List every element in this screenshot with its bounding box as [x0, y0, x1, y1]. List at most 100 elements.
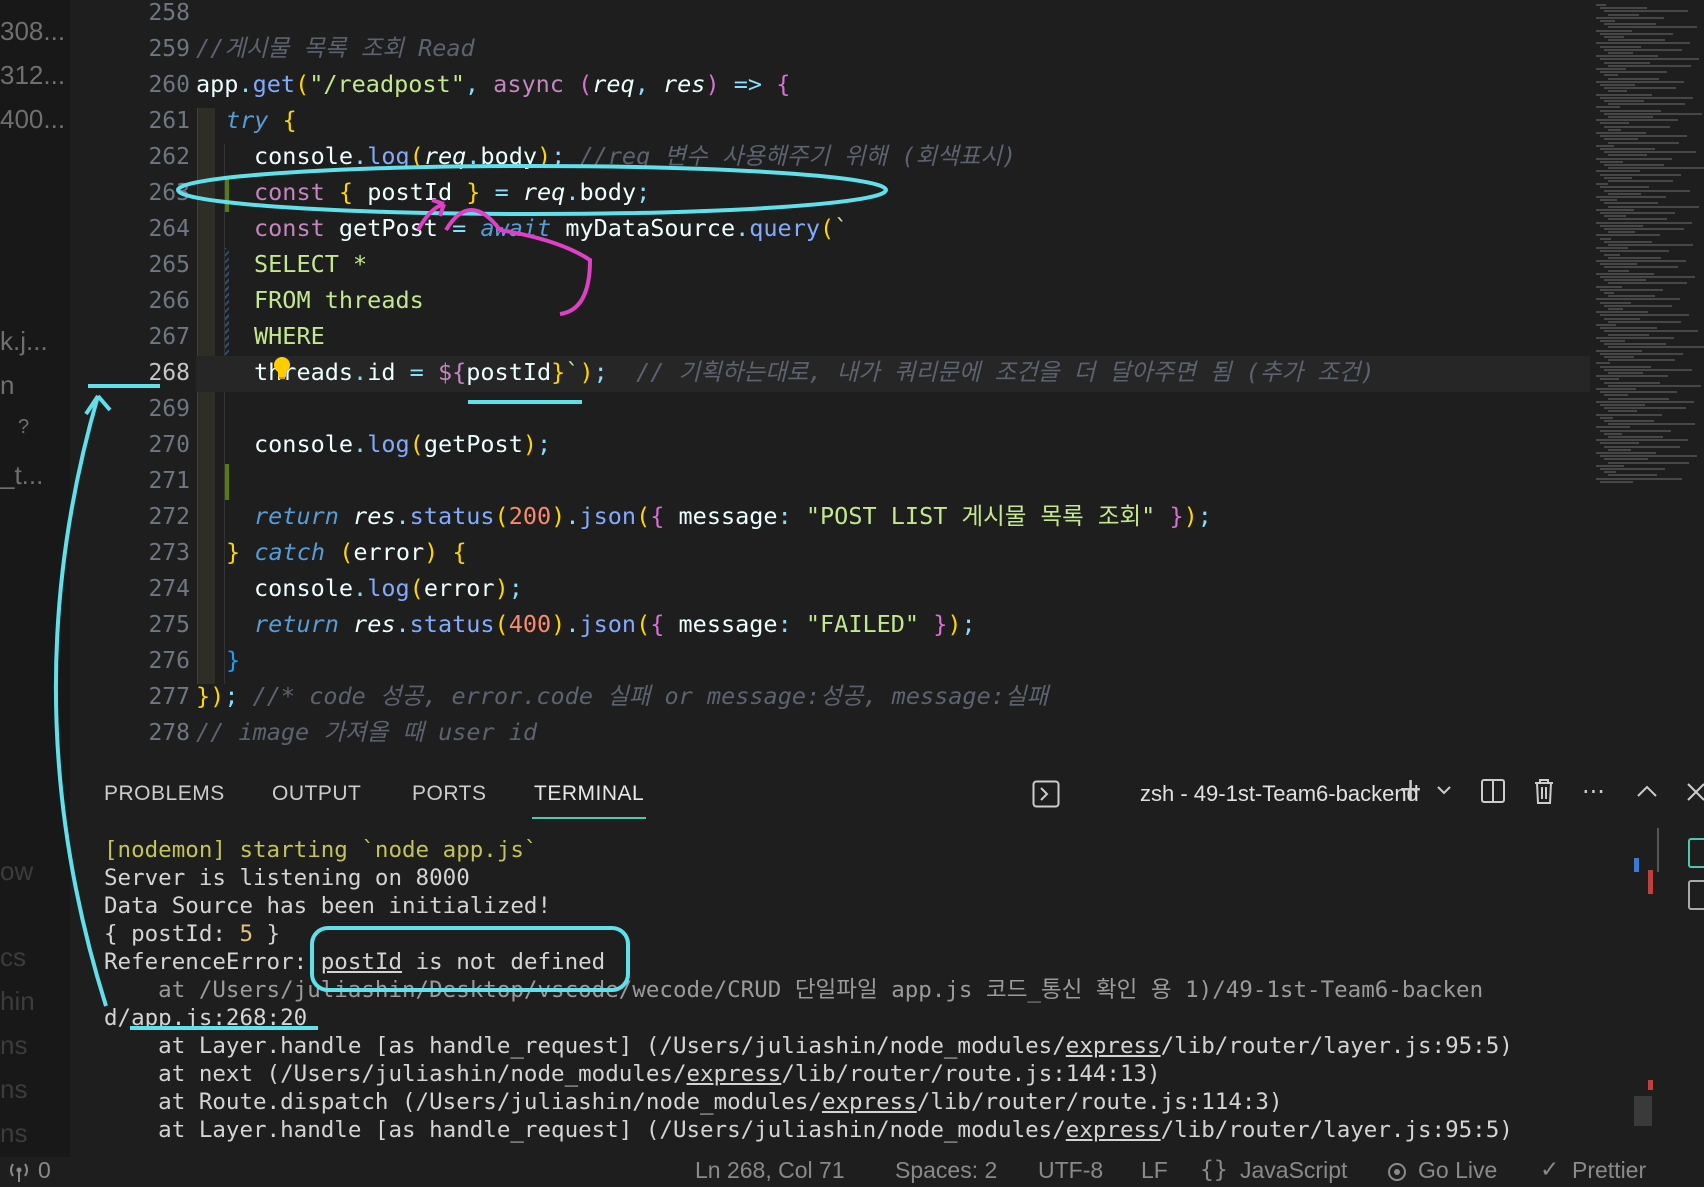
explorer-item[interactable]: k.j...	[0, 326, 48, 357]
terminal-output[interactable]: [nodemon] starting `node app.js` Server …	[104, 836, 1684, 1156]
minimap-row	[1596, 132, 1646, 134]
code-line-259[interactable]: //게시물 목록 조회 Read	[196, 30, 475, 66]
minimap-row	[1600, 84, 1635, 86]
explorer-item[interactable]: ns	[0, 1030, 27, 1061]
code-line-265[interactable]: SELECT *	[254, 246, 367, 282]
explorer-item[interactable]: ?	[18, 416, 29, 439]
broadcast-icon[interactable]	[8, 1161, 30, 1183]
code-line-270[interactable]: console.log(getPost);	[254, 426, 551, 462]
code-line-268[interactable]: threads.id = ${postId}`); // 기획하는대로, 내가 …	[254, 354, 1375, 390]
line-number: 274	[148, 576, 190, 602]
tab-terminal[interactable]: TERMINAL	[531, 782, 647, 819]
prettier-status[interactable]: Prettier	[1572, 1157, 1646, 1184]
go-live-button[interactable]: Go Live	[1418, 1157, 1497, 1184]
chevron-up-icon[interactable]	[1636, 784, 1658, 798]
minimap-row	[1600, 404, 1645, 406]
explorer-item[interactable]: ns	[0, 1074, 27, 1105]
explorer-item[interactable]: 312...	[0, 60, 65, 91]
more-actions-icon[interactable]: ···	[1582, 778, 1605, 806]
explorer-item[interactable]: n	[0, 370, 14, 401]
encoding[interactable]: UTF-8	[1038, 1157, 1103, 1184]
explorer-item[interactable]: 308...	[0, 16, 65, 47]
code-line-266[interactable]: FROM threads	[254, 282, 424, 318]
minimap-row	[1600, 237, 1611, 240]
terminal-line: Data Source has been initialized!	[104, 893, 552, 919]
terminal-link[interactable]: d/app.js:268:20	[104, 1004, 307, 1032]
minimap-row	[1604, 381, 1660, 384]
code-line-262[interactable]: console.log(req.body); //req 변수 사용해주기 위해…	[254, 138, 1016, 174]
split-terminal-icon[interactable]	[1480, 778, 1506, 804]
explorer-item[interactable]: _t...	[0, 460, 43, 491]
line-number: 275	[148, 612, 190, 638]
plus-icon[interactable]: +	[1398, 772, 1423, 807]
minimap-row	[1600, 135, 1687, 138]
minimap-row	[1596, 144, 1614, 147]
minimap-row	[1600, 186, 1649, 189]
code-text: return res.status(400).json({ message: "…	[254, 610, 976, 638]
code-line-267[interactable]: WHERE	[254, 318, 325, 354]
minimap-row	[1604, 445, 1680, 448]
minimap-row	[1604, 266, 1678, 269]
minimap-row	[1596, 119, 1678, 122]
minimap-row	[1596, 298, 1680, 301]
minimap-row	[1596, 375, 1668, 378]
ports-count[interactable]: 0	[38, 1157, 51, 1184]
code-line-275[interactable]: return res.status(400).json({ message: "…	[254, 606, 976, 642]
code-editor[interactable]: 258 259 260 261 262 263 264 265 266 267 …	[70, 0, 1704, 758]
line-number: 266	[148, 288, 190, 314]
code-line-264[interactable]: const getPost = await myDataSource.query…	[254, 210, 848, 246]
indentation[interactable]: Spaces: 2	[895, 1157, 997, 1184]
terminal-scrollbar[interactable]	[1634, 1096, 1652, 1126]
minimap-row	[1600, 160, 1623, 163]
minimap[interactable]	[1590, 0, 1704, 500]
minimap-row	[1604, 330, 1698, 333]
cursor-position[interactable]: Ln 268, Col 71	[695, 1157, 845, 1184]
code-line-273[interactable]: } catch (error) {	[226, 534, 467, 570]
minimap-row	[1608, 167, 1704, 170]
minimap-row	[1596, 29, 1632, 32]
code-line-260[interactable]: app.get("/readpost", async (req, res) =>…	[196, 66, 790, 102]
end-of-line[interactable]: LF	[1141, 1157, 1168, 1184]
minimap-row	[1600, 199, 1617, 202]
code-line-274[interactable]: console.log(error);	[254, 570, 523, 606]
minimap-row	[1608, 64, 1691, 67]
line-number: 260	[148, 72, 190, 98]
minimap-row	[1600, 263, 1637, 266]
tab-problems[interactable]: PROBLEMS	[104, 782, 225, 806]
terminal-title[interactable]: zsh - 49-1st-Team6-backend	[1140, 781, 1419, 807]
minimap-row	[1596, 426, 1630, 429]
terminal-line: Server is listening on 8000	[104, 865, 470, 891]
minimap-row	[1596, 362, 1610, 365]
terminal-instance-icon[interactable]	[1688, 838, 1704, 868]
code-line-277[interactable]: }); //* code 성공, error.code 실패 or messag…	[196, 678, 1048, 714]
lightbulb-icon[interactable]	[272, 356, 292, 380]
minimap-row	[1608, 103, 1685, 106]
tab-output[interactable]: OUTPUT	[272, 782, 361, 806]
explorer-item[interactable]: 400...	[0, 104, 65, 135]
code-line-263[interactable]: const { postId } = req.body;	[254, 174, 650, 210]
minimap-row	[1604, 317, 1640, 320]
minimap-row	[1600, 352, 1683, 355]
minimap-row	[1608, 295, 1655, 298]
explorer-item[interactable]: ns	[0, 1118, 27, 1149]
chevron-down-icon[interactable]	[1436, 784, 1452, 796]
minimap-row	[1608, 192, 1641, 195]
minimap-row	[1608, 13, 1639, 16]
code-line-261[interactable]: try {	[226, 102, 297, 138]
code-line-278[interactable]: // image 가져올 때 user id	[196, 714, 537, 750]
language-mode[interactable]: JavaScript	[1240, 1157, 1347, 1184]
trash-icon[interactable]	[1532, 777, 1556, 805]
close-icon[interactable]	[1686, 782, 1704, 802]
minimap-row	[1600, 212, 1675, 214]
explorer-item[interactable]: cs	[0, 942, 26, 973]
code-line-272[interactable]: return res.status(200).json({ message: "…	[254, 498, 1212, 534]
explorer-item[interactable]: hin	[0, 986, 35, 1017]
explorer-item[interactable]: ow	[0, 856, 33, 887]
minimap-row	[1600, 276, 1695, 278]
code-line-276[interactable]: }	[226, 642, 240, 678]
minimap-row	[1608, 26, 1697, 29]
terminal-instance-icon[interactable]	[1688, 880, 1704, 910]
minimap-row	[1604, 202, 1658, 205]
tab-ports[interactable]: PORTS	[412, 782, 486, 806]
minimap-row	[1596, 106, 1620, 109]
